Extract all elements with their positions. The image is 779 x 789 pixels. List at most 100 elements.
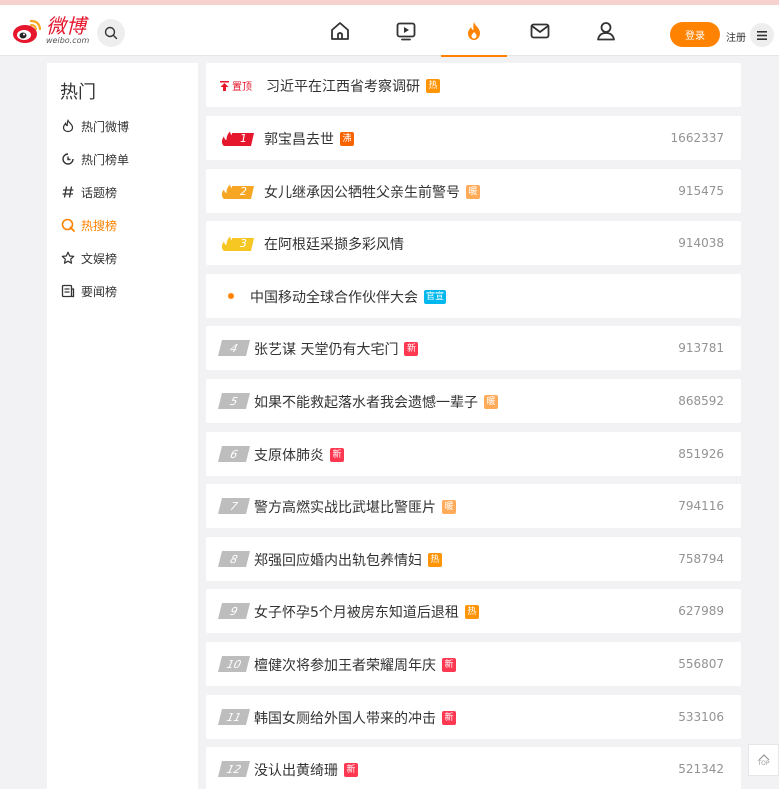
sidebar-item-news[interactable]: 要闻榜: [61, 280, 117, 302]
home-icon: [331, 21, 349, 40]
list-item[interactable]: 5 如果不能救起落水者我会遗憾一辈子暖 868592: [206, 379, 741, 423]
list-item[interactable]: 4 张艺谋 天堂仍有大宅门新 913781: [206, 326, 741, 370]
sidebar-item-hot-weibo[interactable]: 热门微博: [61, 115, 129, 137]
list-item[interactable]: 6 支原体肺炎新 851926: [206, 432, 741, 476]
list-item[interactable]: 7 警方高燃实战比武堪比警匪片暖 794116: [206, 484, 741, 528]
hot-badge: 热: [426, 79, 440, 93]
nav-hot[interactable]: [441, 5, 507, 57]
list-item-title[interactable]: 在阿根廷采撷多彩风情: [264, 234, 404, 254]
list-item-title-row: 中国移动全球合作伙伴大会 官宣: [250, 287, 447, 307]
list-item-title[interactable]: 没认出黄绮珊: [254, 760, 338, 780]
heat-count: 556807: [678, 657, 724, 671]
search-button[interactable]: [97, 19, 125, 47]
weibo-logo[interactable]: 微博 weibo.com: [12, 16, 89, 45]
status-badge: 暖: [442, 500, 456, 514]
pinned-title-row: 习近平在江西省考察调研 热: [266, 76, 440, 96]
list-item-title-row: 韩国女厕给外国人带来的冲击新: [254, 708, 456, 728]
list-item[interactable]: 10 檀健次将参加王者荣耀周年庆新 556807: [206, 642, 741, 686]
back-to-top-button[interactable]: TOP: [748, 744, 779, 776]
list-item-title[interactable]: 郑强回应婚内出轨包养情妇: [254, 550, 422, 570]
user-icon: [597, 21, 615, 40]
video-icon: [396, 22, 416, 40]
rank-number: 6: [218, 446, 250, 462]
header: 微博 weibo.com 登录 注册: [0, 5, 779, 57]
list-item-title[interactable]: 支原体肺炎: [254, 445, 324, 465]
search-icon: [104, 26, 118, 40]
sidebar-item-hot-lists[interactable]: 热门榜单: [61, 148, 129, 170]
list-item-title[interactable]: 郭宝昌去世: [264, 129, 334, 149]
hot-weibo-icon: [62, 119, 74, 133]
menu-button[interactable]: [750, 23, 774, 47]
status-badge: 热: [428, 553, 442, 567]
back-to-top-label: TOP: [757, 759, 770, 767]
list-item[interactable]: 1 郭宝昌去世沸 1662337: [206, 116, 741, 160]
list-item-title-row: 如果不能救起落水者我会遗憾一辈子暖: [254, 392, 498, 412]
rank-number: 4: [218, 340, 250, 356]
sidebar-item-label: 热门微博: [81, 119, 130, 134]
sidebar-item-entertainment[interactable]: 文娱榜: [61, 247, 117, 269]
nav-messages[interactable]: [518, 5, 562, 56]
heat-count: 851926: [678, 447, 724, 461]
list-item[interactable]: 2 女儿继承因公牺牲父亲生前警号暖 915475: [206, 169, 741, 213]
list-item-title[interactable]: 女儿继承因公牺牲父亲生前警号: [264, 182, 460, 202]
nav-profile[interactable]: [584, 5, 628, 56]
status-badge: 暖: [484, 395, 498, 409]
rank-number: 7: [218, 498, 250, 514]
list-item-title-row: 张艺谋 天堂仍有大宅门新: [254, 339, 419, 359]
mail-icon: [530, 23, 550, 38]
fire-icon: [468, 21, 480, 40]
list-item[interactable]: 8 郑强回应婚内出轨包养情妇热 758794: [206, 537, 741, 581]
pinned-card[interactable]: 置顶 习近平在江西省考察调研 热: [206, 63, 741, 107]
list-item-title-row: 没认出黄绮珊新: [254, 760, 358, 780]
heat-count: 915475: [678, 184, 724, 198]
status-badge: 暖: [466, 185, 480, 199]
sidebar-item-hot-search[interactable]: 热搜榜: [61, 214, 117, 236]
rank-number: 12: [218, 761, 250, 777]
list-item-title-row: 女儿继承因公牺牲父亲生前警号暖: [264, 182, 480, 202]
list-item[interactable]: 12 没认出黄绮珊新 521342: [206, 747, 741, 789]
list-item-title[interactable]: 张艺谋 天堂仍有大宅门: [254, 339, 398, 359]
heat-count: 521342: [678, 762, 724, 776]
list-item[interactable]: 9 女子怀孕5个月被房东知道后退租热 627989: [206, 589, 741, 633]
status-badge: 热: [464, 605, 479, 619]
sidebar-item-label: 要闻榜: [81, 284, 118, 299]
heat-count: 533106: [678, 710, 724, 724]
list-item-title[interactable]: 檀健次将参加王者荣耀周年庆: [254, 655, 436, 675]
login-button[interactable]: 登录: [670, 22, 720, 47]
list-item-title[interactable]: 如果不能救起落水者我会遗憾一辈子: [254, 392, 478, 412]
rank-number: 5: [218, 393, 250, 409]
list-item-title-row: 女子怀孕5个月被房东知道后退租热: [254, 602, 479, 622]
list-item-title-row: 支原体肺炎新: [254, 445, 344, 465]
logo-text: 微博: [46, 14, 86, 38]
list-item[interactable]: 3 在阿根廷采撷多彩风情 914038: [206, 221, 741, 265]
star-icon: [61, 251, 75, 264]
heat-count: 758794: [678, 552, 724, 566]
nav-home[interactable]: [318, 5, 362, 56]
list-item[interactable]: 中国移动全球合作伙伴大会 官宣: [206, 274, 741, 318]
sidebar-item-label: 文娱榜: [81, 251, 118, 266]
list-item-title[interactable]: 女子怀孕5个月被房东知道后退租: [254, 602, 459, 622]
nav-video[interactable]: [384, 5, 428, 56]
sidebar-item-label: 话题榜: [81, 185, 118, 200]
list-item-title-row: 郑强回应婚内出轨包养情妇热: [254, 550, 442, 570]
status-badge: 新: [330, 448, 344, 462]
rank-number: 2: [240, 184, 247, 198]
list-item-title-row: 檀健次将参加王者荣耀周年庆新: [254, 655, 456, 675]
news-icon: [61, 284, 75, 298]
rank-number: 1: [240, 131, 247, 145]
register-link[interactable]: 注册: [726, 29, 746, 44]
pinned-tag: 置顶: [220, 78, 252, 93]
rank-number: 11: [218, 709, 250, 725]
heat-count: 913781: [678, 341, 724, 355]
list-item-title[interactable]: 韩国女厕给外国人带来的冲击: [254, 708, 436, 728]
sidebar-title: 热门: [60, 82, 96, 103]
status-badge: 官宣: [424, 290, 447, 304]
hashtag-icon: [62, 186, 74, 198]
pinned-label: 置顶: [232, 82, 252, 93]
pinned-title[interactable]: 习近平在江西省考察调研: [266, 76, 420, 96]
sidebar-item-topics[interactable]: 话题榜: [61, 181, 117, 203]
list-item-title[interactable]: 警方高燃实战比武堪比警匪片: [254, 497, 436, 517]
list-item-title[interactable]: 中国移动全球合作伙伴大会: [250, 287, 418, 307]
status-badge: 新: [442, 658, 456, 672]
list-item[interactable]: 11 韩国女厕给外国人带来的冲击新 533106: [206, 695, 741, 739]
